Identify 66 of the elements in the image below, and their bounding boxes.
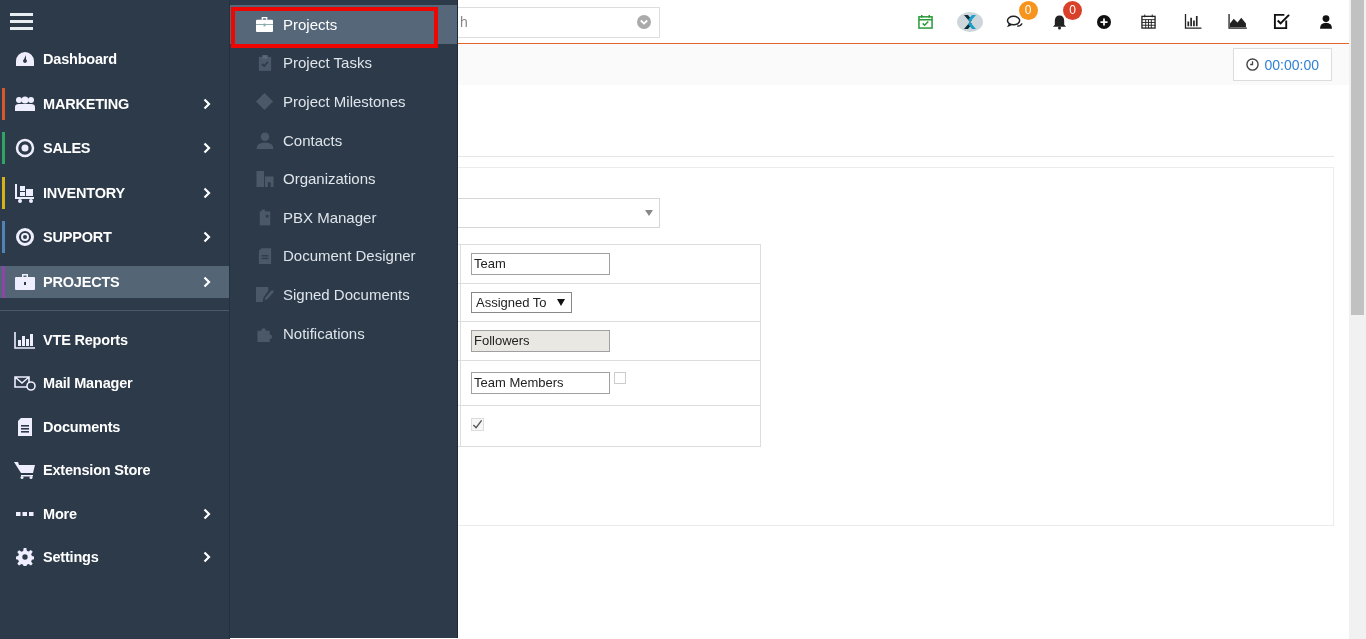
cart-boxes-icon (14, 182, 36, 203)
submenu-item[interactable]: Organizations (230, 159, 457, 198)
people-icon (14, 95, 36, 112)
checkbox[interactable] (614, 371, 626, 384)
submenu-item[interactable]: Project Milestones (230, 82, 457, 121)
submenu-item[interactable]: Notifications (230, 313, 457, 353)
dashboard-gauge-icon (14, 51, 36, 67)
count-badge: 0 (1063, 0, 1082, 20)
sidebar-item[interactable]: More (0, 497, 229, 530)
user-icon[interactable] (1320, 14, 1332, 29)
sidebar-item[interactable]: PROJECTS (0, 265, 229, 298)
checkbox-icon[interactable] (1273, 13, 1290, 30)
sidebar-item[interactable]: Documents (0, 410, 229, 443)
calendar-check-icon[interactable] (918, 14, 933, 29)
chevron-right-icon (203, 507, 211, 520)
chevron-right-icon (203, 231, 211, 244)
briefcase-icon (255, 15, 274, 33)
calendar-icon[interactable] (1140, 14, 1156, 29)
select-field[interactable]: Assigned To (471, 291, 572, 313)
person-icon (255, 131, 274, 149)
bell-icon[interactable] (1051, 13, 1067, 30)
sidebar-item[interactable]: Settings (0, 541, 229, 574)
submenu-item[interactable]: PBX Manager (230, 197, 457, 237)
submenu-item[interactable]: Contacts (230, 120, 457, 160)
sidebar-item[interactable]: Mail Manager (0, 367, 229, 400)
target-icon (14, 138, 36, 159)
dropdown-field[interactable] (458, 198, 660, 228)
plus-circle-icon[interactable] (1096, 14, 1111, 29)
submenu-item[interactable]: Signed Documents (230, 275, 457, 314)
settings-icon (14, 548, 36, 567)
menu-icon[interactable] (10, 12, 33, 31)
timer-button[interactable]: 00:00:00 (1232, 48, 1332, 81)
chevron-right-icon (203, 97, 211, 110)
scrollbar[interactable] (1349, 0, 1366, 639)
caret-down-icon (645, 210, 653, 216)
briefcase-icon (14, 272, 36, 291)
sidebar-item[interactable]: SALES (0, 132, 229, 165)
sidebar-item[interactable]: MARKETING (0, 87, 229, 120)
bar-chart-icon[interactable] (1183, 14, 1202, 29)
cart-icon (14, 461, 36, 480)
sidebar-item[interactable]: Extension Store (0, 454, 229, 487)
chevron-right-icon (203, 551, 211, 564)
submenu-item[interactable]: Document Designer (230, 236, 457, 276)
search-field[interactable]: h (458, 6, 660, 38)
submenu-item[interactable]: Project Tasks (230, 43, 457, 83)
text-field[interactable]: Team (471, 252, 610, 275)
chevron-right-icon (203, 186, 211, 199)
sidebar-item[interactable]: Dashboard (0, 43, 229, 75)
buildings-icon (255, 170, 274, 188)
bar-chart-icon (14, 330, 36, 349)
text-field[interactable]: Team Members (471, 371, 610, 394)
chevron-right-icon (203, 275, 211, 288)
caret-down-icon (556, 298, 565, 306)
more-dots-icon (14, 510, 36, 517)
checkbox[interactable] (471, 417, 484, 431)
clock-icon (1245, 58, 1259, 71)
count-badge: 0 (1018, 0, 1038, 20)
area-chart-icon[interactable] (1227, 14, 1247, 29)
diamond-icon (255, 93, 274, 110)
sidebar-item[interactable]: VTE Reports (0, 323, 229, 356)
chevron-right-icon (203, 142, 211, 155)
x-logo-icon[interactable] (957, 11, 983, 32)
signed-document-icon (255, 285, 274, 303)
sidebar-item[interactable]: SUPPORT (0, 221, 229, 254)
chat-bubbles-icon[interactable] (1006, 14, 1023, 29)
sidebar-item[interactable]: INVENTORY (0, 176, 229, 209)
